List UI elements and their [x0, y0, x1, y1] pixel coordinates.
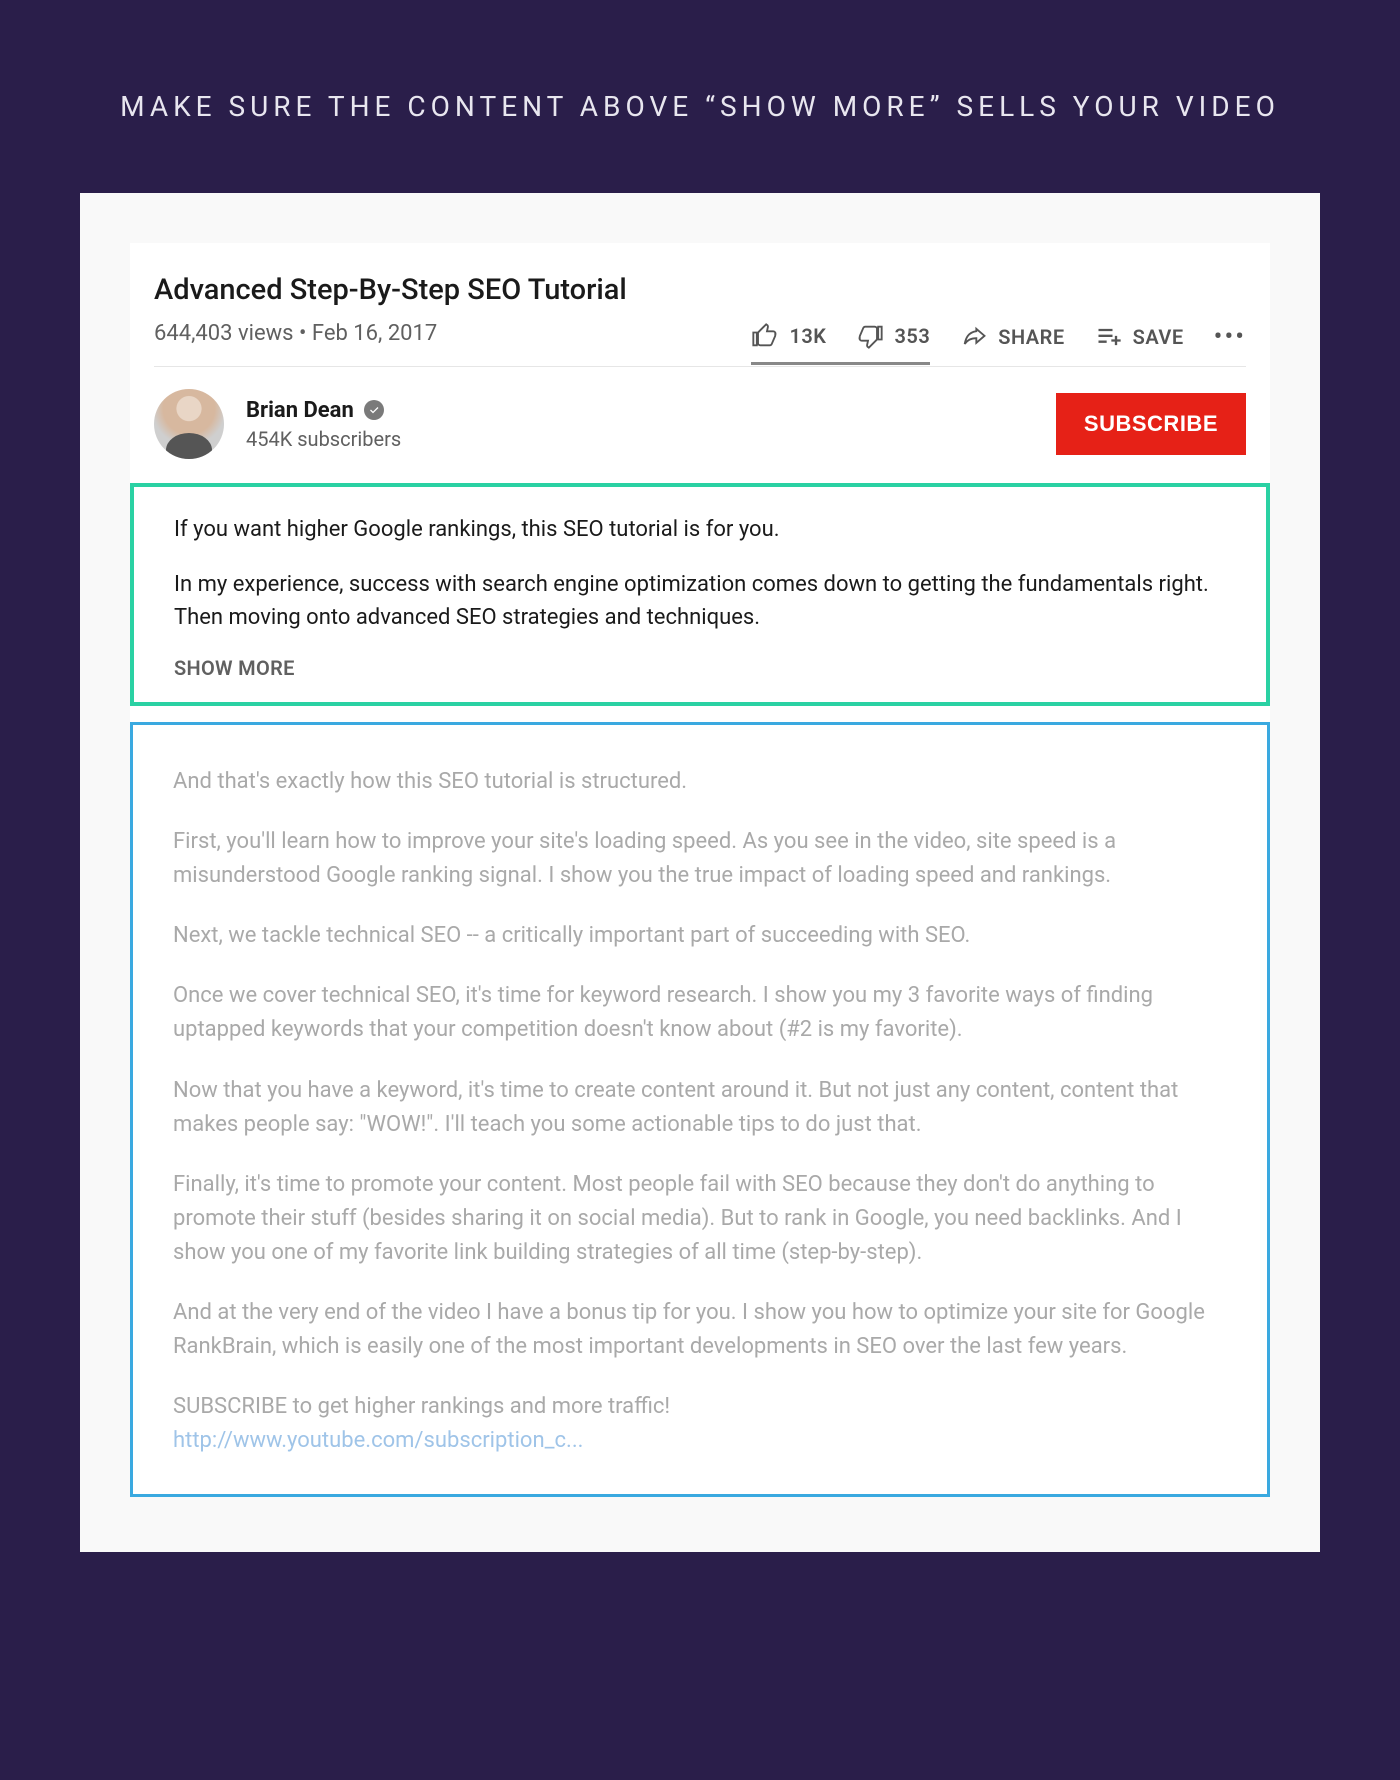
verified-badge-icon — [364, 400, 384, 420]
description-paragraph: Once we cover technical SEO, it's time f… — [173, 979, 1227, 1047]
more-actions-button[interactable]: ••• — [1214, 322, 1246, 352]
save-label: SAVE — [1133, 325, 1184, 349]
description-above-fold-highlight: If you want higher Google rankings, this… — [130, 483, 1270, 706]
channel-name[interactable]: Brian Dean — [246, 398, 354, 423]
dislike-button[interactable]: 353 — [856, 322, 930, 350]
view-count: 644,403 views — [154, 321, 294, 346]
description-paragraph: In my experience, success with search en… — [174, 568, 1226, 634]
video-page-panel: Advanced Step-By-Step SEO Tutorial 644,4… — [130, 243, 1270, 1497]
description-paragraph: Finally, it's time to promote your conte… — [173, 1168, 1227, 1270]
channel-avatar[interactable] — [154, 389, 224, 459]
video-meta-row: 644,403 views • Feb 16, 2017 13K 353 — [154, 321, 1246, 367]
thumbs-down-icon — [856, 322, 884, 350]
video-view-count-date: 644,403 views • Feb 16, 2017 — [154, 321, 437, 366]
save-button[interactable]: SAVE — [1095, 323, 1184, 351]
share-label: SHARE — [998, 325, 1064, 349]
like-button[interactable]: 13K — [751, 322, 826, 350]
like-count: 13K — [789, 324, 826, 348]
description-paragraph: First, you'll learn how to improve your … — [173, 825, 1227, 893]
description-paragraph: If you want higher Google rankings, this… — [174, 513, 1226, 546]
publish-date: Feb 16, 2017 — [312, 321, 437, 346]
playlist-add-icon — [1095, 323, 1123, 351]
slide-headline: MAKE SURE THE CONTENT ABOVE “SHOW MORE” … — [80, 90, 1320, 123]
channel-row: Brian Dean 454K subscribers SUBSCRIBE — [130, 367, 1270, 481]
subscription-link[interactable]: http://www.youtube.com/subscription_c... — [173, 1428, 583, 1453]
description-paragraph: And that's exactly how this SEO tutorial… — [173, 765, 1227, 799]
share-icon — [960, 323, 988, 351]
share-button[interactable]: SHARE — [960, 323, 1064, 351]
video-actions: 13K 353 SHARE SAVE — [751, 322, 1246, 366]
description-paragraph: Now that you have a keyword, it's time t… — [173, 1074, 1227, 1142]
thumbs-up-icon — [751, 322, 779, 350]
description-below-fold-highlight: And that's exactly how this SEO tutorial… — [130, 722, 1270, 1497]
video-title: Advanced Step-By-Step SEO Tutorial — [154, 273, 1246, 307]
show-more-button[interactable]: SHOW MORE — [174, 656, 1226, 680]
subscribe-button[interactable]: SUBSCRIBE — [1056, 393, 1246, 455]
dislike-count: 353 — [894, 324, 930, 348]
screenshot-card: Advanced Step-By-Step SEO Tutorial 644,4… — [80, 193, 1320, 1552]
description-cta: SUBSCRIBE to get higher rankings and mor… — [173, 1390, 1227, 1458]
description-paragraph: And at the very end of the video I have … — [173, 1296, 1227, 1364]
subscriber-count: 454K subscribers — [246, 427, 401, 451]
sentiment-bar: 13K 353 — [751, 322, 930, 365]
description-paragraph: Next, we tackle technical SEO -- a criti… — [173, 919, 1227, 953]
